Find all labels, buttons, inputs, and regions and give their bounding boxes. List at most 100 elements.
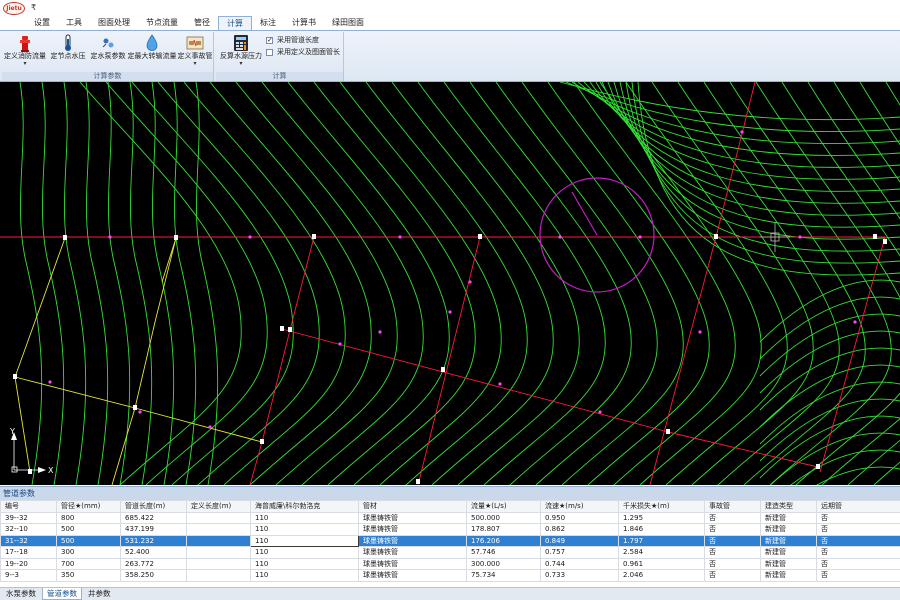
- table-cell[interactable]: 19--20: [0, 557, 57, 570]
- table-cell[interactable]: 52.400: [120, 546, 187, 559]
- table-cell[interactable]: 110: [250, 557, 359, 570]
- define-node-pressure-button[interactable]: 定节点水压: [49, 34, 87, 70]
- table-cell[interactable]: 新建管: [760, 511, 817, 524]
- table-cell[interactable]: 否: [816, 511, 900, 524]
- pipe-node[interactable]: [133, 405, 137, 410]
- table-cell[interactable]: 500.000: [466, 511, 541, 524]
- table-cell[interactable]: 31--32: [0, 534, 57, 547]
- pipe-node[interactable]: [280, 326, 284, 331]
- pipe-red[interactable]: [249, 441, 263, 485]
- table-cell[interactable]: 新建管: [760, 523, 817, 536]
- column-header[interactable]: 流量★(L/s): [466, 500, 541, 513]
- table-cell[interactable]: 500: [56, 534, 121, 547]
- table-cell[interactable]: 否: [816, 546, 900, 559]
- define-fire-flow-button[interactable]: 定义消防流量 ▾: [4, 34, 46, 70]
- table-cell[interactable]: 2.584: [618, 546, 705, 559]
- table-cell[interactable]: 358.250: [120, 569, 187, 582]
- pipe-yellow[interactable]: [14, 237, 66, 473]
- pipe-node[interactable]: [441, 367, 445, 372]
- pipe-node[interactable]: [478, 234, 482, 239]
- table-cell[interactable]: 否: [704, 534, 761, 547]
- column-header[interactable]: 海曾威廉\科尔勃洛克: [250, 500, 359, 513]
- table-cell[interactable]: 球墨铸铁管: [358, 557, 467, 570]
- table-cell[interactable]: 800: [56, 511, 121, 524]
- menu-tab[interactable]: 图面处理: [90, 16, 138, 30]
- bottom-tab[interactable]: 管道参数: [42, 588, 82, 600]
- pipe-node[interactable]: [174, 235, 178, 240]
- table-cell[interactable]: 球墨铸铁管: [358, 511, 467, 524]
- pipe-red[interactable]: [289, 236, 315, 331]
- pipe-table-container[interactable]: 编号 管径★(mm) 管道长度(m) 定义长度(m) 海曾威廉\科尔勃洛克 管材 流量★(L…: [0, 500, 900, 587]
- column-header[interactable]: 千米损失★(m): [618, 500, 705, 513]
- table-cell[interactable]: 110: [250, 569, 359, 582]
- table-cell[interactable]: 否: [704, 546, 761, 559]
- table-cell[interactable]: 球墨铸铁管: [358, 569, 467, 582]
- column-header[interactable]: 定义长度(m): [186, 500, 251, 513]
- table-cell[interactable]: 新建管: [760, 534, 817, 547]
- menu-tab[interactable]: 计算书: [284, 16, 324, 30]
- table-cell[interactable]: 685.422: [120, 511, 187, 524]
- app-logo[interactable]: Jietu: [3, 1, 25, 15]
- table-cell[interactable]: 0.733: [540, 569, 619, 582]
- table-cell[interactable]: 178.807: [466, 523, 541, 536]
- table-cell[interactable]: 否: [816, 557, 900, 570]
- bottom-tab[interactable]: 水泵参数: [2, 588, 40, 600]
- define-max-transfer-flow-button[interactable]: 定最大转输流量: [128, 34, 177, 70]
- table-cell[interactable]: 0.757: [540, 546, 619, 559]
- table-cell[interactable]: 531.232: [120, 534, 187, 547]
- table-cell[interactable]: 1.295: [618, 511, 705, 524]
- menu-tab[interactable]: 标注: [252, 16, 284, 30]
- table-cell[interactable]: 球墨铸铁管: [358, 546, 467, 559]
- pipe-node[interactable]: [312, 234, 316, 239]
- table-cell[interactable]: 否: [816, 534, 900, 547]
- table-cell[interactable]: 75.734: [466, 569, 541, 582]
- table-cell[interactable]: 0.961: [618, 557, 705, 570]
- table-cell[interactable]: 57.746: [466, 546, 541, 559]
- table-cell[interactable]: 0.744: [540, 557, 619, 570]
- table-cell[interactable]: 39--32: [0, 511, 57, 524]
- table-cell[interactable]: 700: [56, 557, 121, 570]
- table-cell[interactable]: 新建管: [760, 569, 817, 582]
- table-cell[interactable]: 0.849: [540, 534, 619, 547]
- table-cell[interactable]: 球墨铸铁管: [358, 523, 467, 536]
- table-cell[interactable]: 17--18: [0, 546, 57, 559]
- table-row[interactable]: 9--3 350 358.250 110 球墨铸铁管 75.734 0.733 2.046 否新…: [0, 569, 900, 582]
- table-cell[interactable]: 263.772: [120, 557, 187, 570]
- table-cell[interactable]: [186, 557, 251, 570]
- bottom-tab[interactable]: 井参数: [84, 588, 115, 600]
- table-cell[interactable]: [186, 534, 251, 547]
- table-cell[interactable]: 176.206: [466, 534, 541, 547]
- column-header[interactable]: 编号: [0, 500, 57, 513]
- table-cell[interactable]: 110: [250, 534, 359, 547]
- define-pump-params-button[interactable]: 定水泵参数: [90, 34, 126, 70]
- table-row[interactable]: 39--32 800 685.422 110 球墨铸铁管 500.000 0.950 1.29…: [0, 511, 900, 524]
- table-cell[interactable]: 110: [250, 511, 359, 524]
- drawing-canvas[interactable]: Y X: [0, 82, 900, 485]
- menu-tab[interactable]: 绿田图面: [324, 16, 372, 30]
- table-cell[interactable]: 110: [250, 523, 359, 536]
- table-cell[interactable]: [186, 569, 251, 582]
- column-header[interactable]: 远期管: [816, 500, 900, 513]
- table-cell[interactable]: 9--3: [0, 569, 57, 582]
- pipe-node[interactable]: [873, 234, 877, 239]
- pipe-node[interactable]: [714, 234, 718, 239]
- table-cell[interactable]: 否: [704, 511, 761, 524]
- column-header[interactable]: 建造类型: [760, 500, 817, 513]
- menu-tab[interactable]: 管径: [186, 16, 218, 30]
- pipe-node[interactable]: [666, 429, 670, 434]
- table-cell[interactable]: 否: [816, 523, 900, 536]
- pipe-node[interactable]: [13, 374, 17, 379]
- table-cell[interactable]: 300: [56, 546, 121, 559]
- pipe-node[interactable]: [260, 439, 264, 444]
- column-header[interactable]: 管道长度(m): [120, 500, 187, 513]
- table-cell[interactable]: 0.862: [540, 523, 619, 536]
- table-cell[interactable]: [186, 546, 251, 559]
- menu-tab[interactable]: 节点流量: [138, 16, 186, 30]
- table-cell[interactable]: 新建管: [760, 546, 817, 559]
- pipe-node[interactable]: [63, 235, 67, 240]
- table-cell[interactable]: 1.797: [618, 534, 705, 547]
- pipe-node[interactable]: [416, 479, 420, 484]
- table-cell[interactable]: 否: [704, 523, 761, 536]
- back-calc-source-pressure-button[interactable]: 反算水源压力 ▾: [218, 34, 264, 70]
- table-row[interactable]: 31--32 500 531.232 110 球墨铸铁管 176.206 0.849 1.79…: [0, 534, 900, 547]
